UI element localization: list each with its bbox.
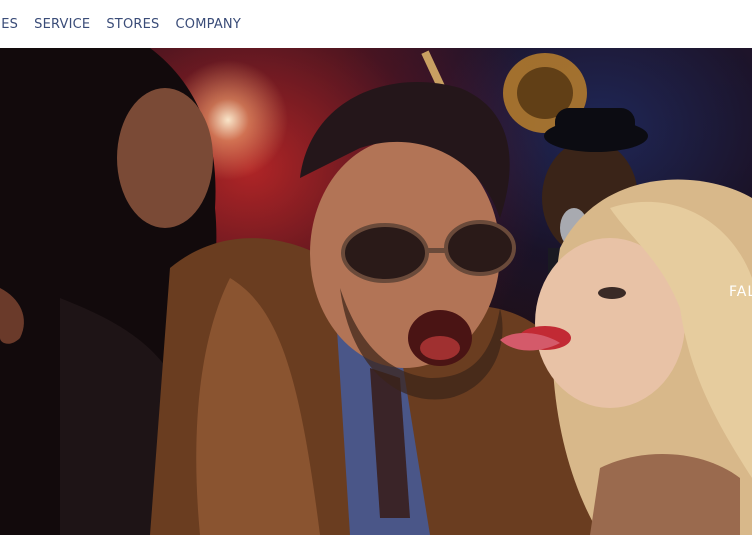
nav-link-categories[interactable]: RIES xyxy=(0,17,18,33)
hero-caption: FAL xyxy=(729,284,752,300)
nav-item-service: SERVICE xyxy=(34,17,90,33)
nav-link-service[interactable]: SERVICE xyxy=(34,17,90,33)
nav-item-stores: STORES xyxy=(106,17,159,33)
nav-menu: RIES SERVICE STORES COMPANY xyxy=(0,17,241,33)
nav-item-categories: RIES xyxy=(0,17,18,33)
hero-image xyxy=(0,48,752,535)
nav-link-stores[interactable]: STORES xyxy=(106,17,159,33)
center-man-shape xyxy=(150,82,600,535)
nav-item-company: COMPANY xyxy=(175,17,241,33)
hero-banner: FAL xyxy=(0,48,752,535)
nav-link-company[interactable]: COMPANY xyxy=(175,17,241,33)
top-navigation: RIES SERVICE STORES COMPANY xyxy=(0,0,752,48)
